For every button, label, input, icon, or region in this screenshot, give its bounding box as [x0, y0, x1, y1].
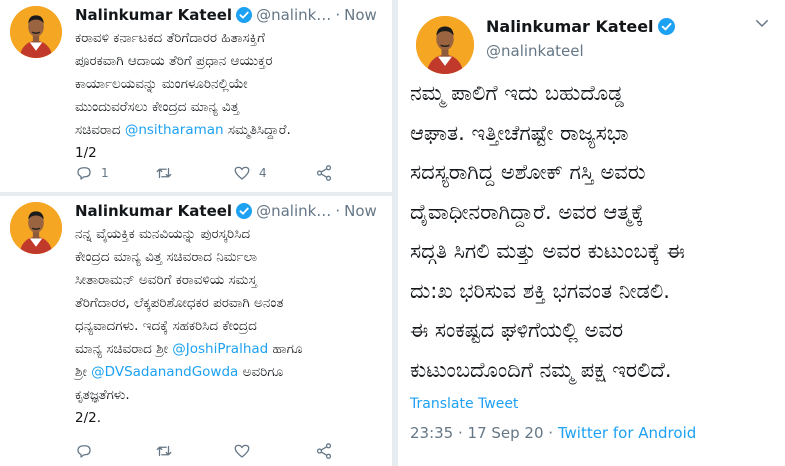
tweet-2[interactable]: Nalinkumar Kateel @nalink… · Now ನನ್ನ ವೈ… — [0, 196, 392, 466]
verified-badge-icon — [236, 203, 253, 219]
verified-badge-icon — [657, 18, 675, 35]
tweet-time[interactable]: Now — [344, 6, 377, 24]
tweet-text: ನನ್ನ ವೈಯಕ್ತಿಕ ಮನವಿಯನ್ನು ಪುರಸ್ಕರಿಸಿದ ಕೇಂದ… — [75, 223, 386, 430]
tweet-text-part: ಸಮ್ಮತಿಸಿದ್ದಾರೆ. — [223, 122, 291, 138]
author-handle[interactable]: @nalinkateel — [486, 42, 584, 60]
tweet-source-link[interactable]: Twitter for Android — [558, 424, 696, 442]
tweet-line: ಆಘಾತ. ಇತ್ತೀಚೆಗಷ್ಟೇ ರಾಜ್ಯಸಭಾ — [410, 120, 629, 145]
chevron-down-icon[interactable] — [753, 14, 771, 32]
tweet-line: ಈ ಸಂಕಷ್ಟದ ಘಳಿಗೆಯಲ್ಲಿ ಅವರ — [410, 318, 624, 342]
retweet-icon — [156, 445, 172, 457]
avatar[interactable] — [10, 6, 62, 58]
verified-badge-icon — [236, 7, 253, 23]
like-icon — [234, 166, 250, 180]
reply-button[interactable] — [75, 442, 93, 460]
like-button[interactable] — [233, 442, 251, 460]
author-name[interactable]: Nalinkumar Kateel — [486, 17, 654, 36]
tweet-line: ದೈವಾಧೀನರಾಗಿದ್ದಾರೆ. ಅವರ ಆತ್ಮಕ್ಕೆ — [410, 199, 644, 224]
tweet-line: ಸದ್ಗತಿ ಸಿಗಲಿ ಮತ್ತು ಅವರ ಕುಟುಂಬಕ್ಕೆ ಈ — [410, 239, 685, 263]
tweet-line: 1/2 — [75, 145, 97, 161]
tweet-line: ಕರಾವಳಿ ಕರ್ನಾಟಕದ ತೆರಿಗೆದಾರರ ಹಿತಾಸಕ್ತಿಗೆ — [75, 30, 265, 46]
tweet-text-part: ಸಚಿವರಾದ — [75, 122, 125, 138]
mention-link[interactable]: @JoshiPralhad — [172, 341, 268, 357]
mention-link[interactable]: @nsitharaman — [125, 122, 224, 138]
tweet-meta: 23:35 · 17 Sep 20 · Twitter for Android — [410, 424, 696, 442]
tweet-line: ನನ್ನ ವೈಯಕ್ತಿಕ ಮನವಿಯನ್ನು ಪುರಸ್ಕರಿಸಿದ — [75, 226, 251, 242]
tweet-text: ಕರಾವಳಿ ಕರ್ನಾಟಕದ ತೆರಿಗೆದಾರರ ಹಿತಾಸಕ್ತಿಗೆ ಪ… — [75, 27, 386, 165]
reply-count: 1 — [101, 166, 109, 180]
tweet-line: ನಮ್ಮ ಪಾಲಿಗೆ ಇದು ಬಹುದೊಡ್ಡ — [410, 81, 624, 105]
tweet-line: ಕುಟುಂಬದೊಂದಿಗೆ ನಮ್ಮ ಪಕ್ಷ ಇರಲಿದೆ. — [410, 357, 672, 382]
tweet-line: ಕಾರ್ಯಾಲಯವನ್ನು ಮಂಗಳೂರಿನಲ್ಲಿಯೇ — [75, 76, 248, 92]
tweet-line: 2/2. — [75, 410, 102, 426]
tweet-line: ಧನ್ಯವಾದಗಳು. ಇದಕ್ಕೆ ಸಹಕರಿಸಿದ ಕೇಂದ್ರದ — [75, 318, 257, 334]
tweet-actions — [75, 442, 375, 462]
separator-dot: · — [335, 6, 341, 24]
tweet-line: ಶ್ರೀ @DVSadanandGowda ಅವರಿಗೂ — [75, 361, 386, 384]
tweet-text-part: ಅವರಿಗೂ — [238, 364, 284, 380]
tweet-line: ಸಚಿವರಾದ @nsitharaman ಸಮ್ಮತಿಸಿದ್ದಾರೆ. — [75, 119, 386, 142]
like-button[interactable]: 4 — [233, 164, 267, 182]
translate-tweet-link[interactable]: Translate Tweet — [410, 396, 518, 412]
tweet-line: ಸದಸ್ಯರಾಗಿದ್ದ ಅಶೋಕ್ ಗಸ್ತಿ ಅವರು — [410, 160, 646, 184]
author-handle[interactable]: @nalink… — [256, 202, 331, 220]
mention-link[interactable]: @DVSadanandGowda — [91, 364, 238, 380]
separator-dot: · — [335, 202, 341, 220]
reply-icon — [77, 167, 91, 180]
retweet-icon — [156, 167, 172, 179]
tweet-line: ಮಾನ್ಯ ಸಚಿವರಾದ ಶ್ರೀ @JoshiPralhad ಹಾಗೂ — [75, 338, 386, 361]
share-icon — [316, 165, 332, 181]
left-panel: Nalinkumar Kateel @nalink… · Now ಕರಾವಳಿ … — [0, 0, 392, 466]
tweet-header: Nalinkumar Kateel @nalink… · Now — [75, 4, 384, 26]
tweet-line: ಮುಂದುವರೆಸಲು ಕೇಂದ್ರದ ಮಾನ್ಯ ವಿತ್ತ — [75, 99, 240, 115]
tweet-header: Nalinkumar Kateel @nalink… · Now — [75, 200, 384, 222]
tweet-text-part: ಮಾನ್ಯ ಸಚಿವರಾದ ಶ್ರೀ — [75, 341, 173, 357]
author-name[interactable]: Nalinkumar Kateel — [75, 202, 232, 220]
tweet-line: ಕೃತಜ್ಞತೆಗಳು. — [75, 387, 130, 403]
share-button[interactable] — [315, 442, 333, 460]
avatar[interactable] — [416, 16, 474, 74]
tweet-timestamp[interactable]: 23:35 · 17 Sep 20 · — [410, 424, 558, 442]
tweet-text-part: ಹಾಗೂ — [268, 341, 303, 357]
tweet-1[interactable]: Nalinkumar Kateel @nalink… · Now ಕರಾವಳಿ … — [0, 0, 392, 192]
like-count: 4 — [259, 166, 267, 180]
right-panel: Nalinkumar Kateel @nalinkateel ನಮ್ಮ ಪಾಲಿ… — [398, 0, 785, 466]
like-icon — [234, 444, 250, 458]
author-name-row: Nalinkumar Kateel — [486, 17, 675, 36]
share-button[interactable] — [315, 164, 333, 182]
retweet-button[interactable] — [155, 164, 173, 182]
tweet-actions: 1 4 — [75, 164, 375, 184]
tweet-text-part: ಶ್ರೀ — [75, 364, 92, 380]
tweet-line: ಸೀತಾರಾಮನ್ ಅವರಿಗೆ ಕರಾವಳಿಯ ಸಮಸ್ತ — [75, 272, 257, 288]
tweet-line: ಕೇಂದ್ರದ ಮಾನ್ಯ ವಿತ್ತ ಸಚಿವರಾದ ನಿರ್ಮಲಾ — [75, 249, 258, 265]
reply-button[interactable]: 1 — [75, 164, 109, 182]
retweet-button[interactable] — [155, 442, 173, 460]
reply-icon — [77, 445, 91, 458]
author-name[interactable]: Nalinkumar Kateel — [75, 6, 232, 24]
avatar[interactable] — [10, 202, 62, 254]
tweet-line: ದು:ಖ ಭರಿಸುವ ಶಕ್ತಿ ಭಗವಂತ ನೀಡಲಿ. — [410, 278, 670, 303]
tweet-time[interactable]: Now — [344, 202, 377, 220]
tweet-line: ಪೂರಕವಾಗಿ ಆದಾಯ ತೆರಿಗೆ ಪ್ರಧಾನ ಆಯುಕ್ತರ — [75, 53, 273, 69]
tweet-text: ನಮ್ಮ ಪಾಲಿಗೆ ಇದು ಬಹುದೊಡ್ಡ ಆಘಾತ. ಇತ್ತೀಚೆಗಷ… — [410, 74, 777, 390]
author-handle[interactable]: @nalink… — [256, 6, 331, 24]
share-icon — [316, 443, 332, 459]
tweet-line: ತೆರಿಗೆದಾರರ, ಲೆಕ್ಕಪರಿಶೋಧಕರ ಪರವಾಗಿ ಅನಂತ — [75, 295, 284, 311]
